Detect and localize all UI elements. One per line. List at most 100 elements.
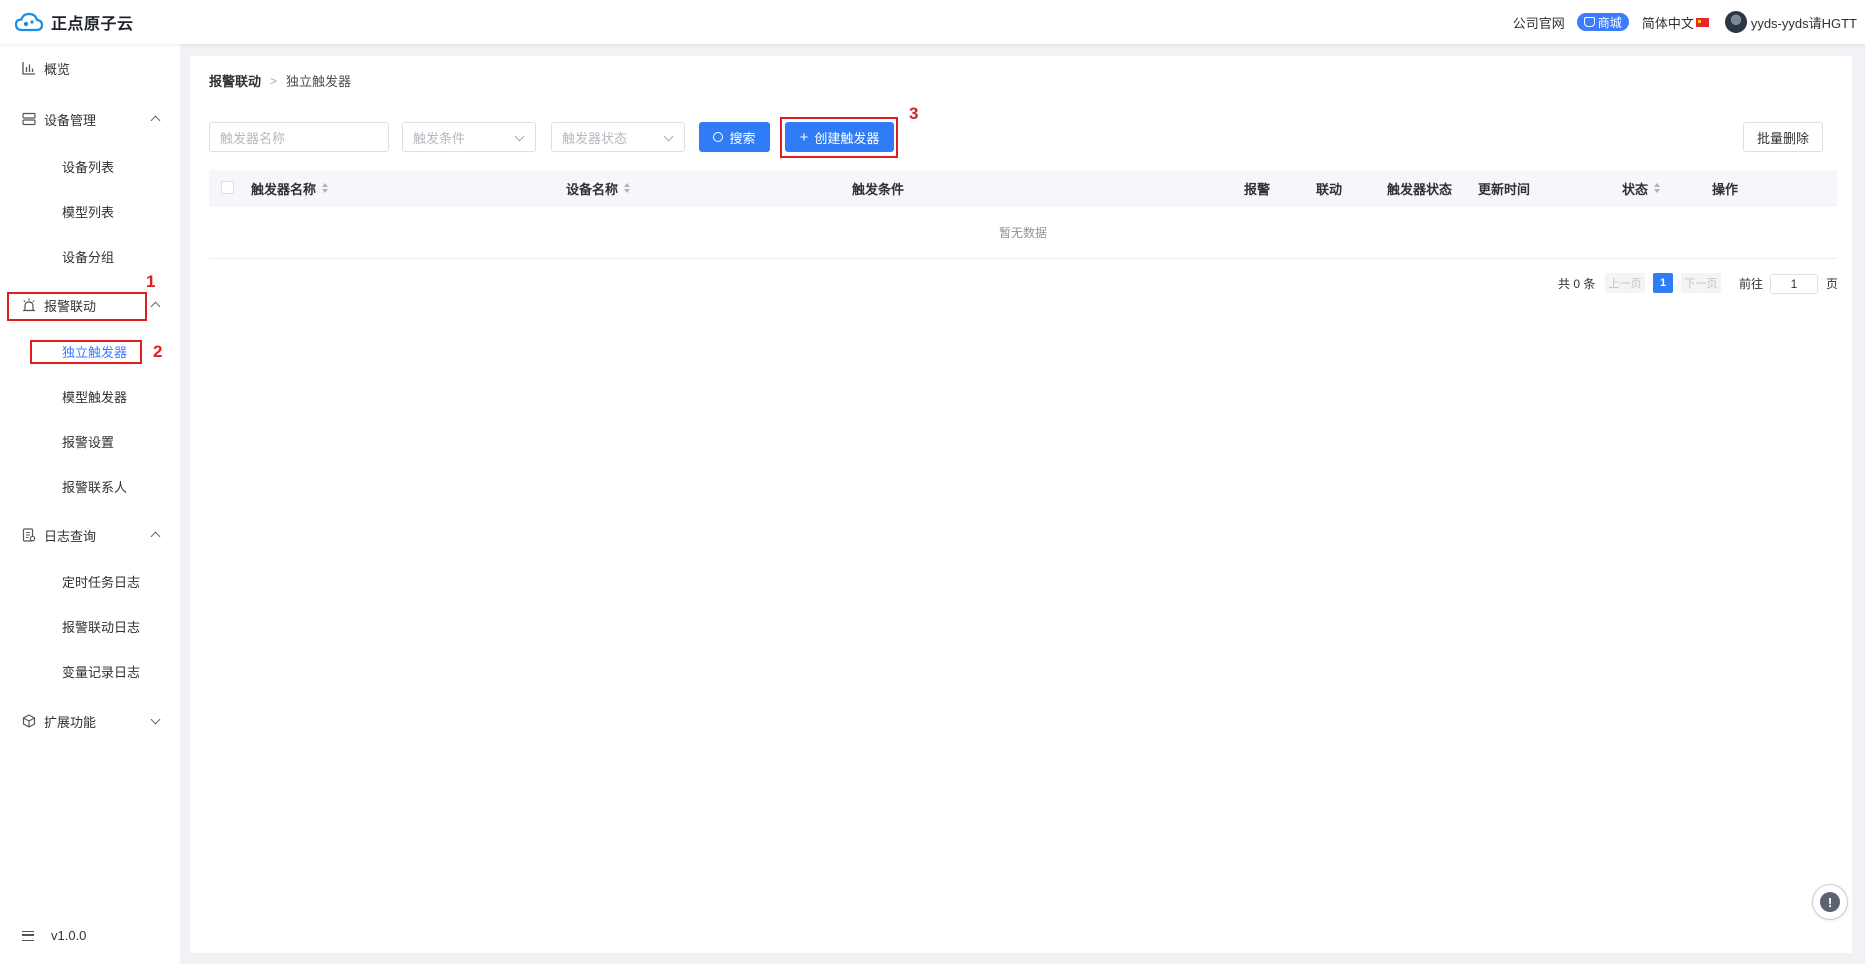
annotation-number-1: 1 [146,272,156,291]
bar-chart-icon [22,62,35,75]
select-placeholder: 触发器状态 [562,130,628,146]
sidebar-item-label: 设备列表 [62,159,115,175]
sidebar-item-scheduled-task-log[interactable]: 定时任务日志 [0,565,180,597]
log-icon [22,528,36,542]
breadcrumb-current: 独立触发器 [286,74,352,89]
search-icon [713,132,724,142]
sidebar-group-device-mgmt[interactable]: 设备管理 [0,101,180,137]
language-label: 简体中文 [1641,15,1694,31]
trigger-condition-select[interactable]: 触发条件 [402,122,536,152]
column-header-linkage: 联动 [1316,170,1342,206]
company-website-link[interactable]: 公司官网 [1513,13,1565,32]
page-suffix: 页 [1826,273,1838,293]
sidebar-item-label: 定时任务日志 [62,574,141,590]
sidebar-group-log-query[interactable]: 日志查询 [0,517,180,553]
search-button[interactable]: 搜索 [699,122,770,152]
trigger-name-input[interactable]: 触发器名称 [209,122,389,152]
chevron-up-icon [150,301,161,312]
language-switcher[interactable]: 简体中文 [1642,13,1709,32]
column-header-trigger-status: 触发器状态 [1387,170,1452,206]
column-header-actions: 操作 [1712,170,1738,206]
annotation-number-3: 3 [909,104,919,123]
search-button-label: 搜索 [729,130,756,146]
select-all-checkbox[interactable] [221,181,234,194]
annotation-box-2 [30,340,142,364]
sort-icon[interactable] [624,183,631,193]
sidebar-group-label: 设备管理 [44,112,97,128]
sidebar-item-variable-record-log[interactable]: 变量记录日志 [0,655,180,687]
prev-page-button[interactable]: 上一页 [1605,273,1645,293]
pagination-total: 共 0 条 [1558,273,1595,293]
column-label: 更新时间 [1478,181,1531,197]
avatar [1724,11,1747,33]
sidebar-item-model-trigger[interactable]: 模型触发器 [0,380,180,412]
sidebar-item-alarm-contacts[interactable]: 报警联系人 [0,470,180,502]
cloud-logo-icon [14,12,44,32]
sidebar-item-label: 报警设置 [62,434,115,450]
annotation-box-1 [7,292,147,321]
sidebar-item-label: 报警联系人 [62,479,128,495]
sort-icon[interactable] [1654,183,1661,193]
sidebar-item-label: 概览 [44,61,71,77]
table-empty-state: 暂无数据 [209,207,1837,259]
sidebar-item-device-list[interactable]: 设备列表 [0,150,180,182]
chevron-down-icon [663,131,674,142]
collapse-menu-icon[interactable] [22,930,34,941]
breadcrumb: 报警联动 > 独立触发器 [209,71,351,90]
table-header: 触发器名称 设备名称 触发条件 报警 联动 触发器状态 更新时间 状态 操作 [209,170,1837,206]
prev-page-label: 上一页 [1608,278,1642,290]
logo-text: 正点原子云 [51,16,134,33]
sidebar-group-label: 扩展功能 [44,714,97,730]
help-button[interactable]: ! [1812,884,1848,920]
chevron-up-icon [150,531,161,542]
page-number-current[interactable]: 1 [1653,273,1673,293]
select-placeholder: 触发条件 [413,130,466,146]
version-label: v1.0.0 [51,928,87,943]
china-flag-icon [1695,17,1709,27]
column-header-device-name[interactable]: 设备名称 [566,170,631,206]
mall-button[interactable]: 商城 [1576,13,1629,31]
chevron-down-icon [514,131,525,142]
column-header-trigger-name[interactable]: 触发器名称 [251,170,329,206]
column-header-updated-time: 更新时间 [1478,170,1530,206]
sidebar: 概览 设备管理 设备列表 模型列表 设备分组 报警联动 独立触发器 模型触发器 … [0,44,180,964]
cube-icon [22,714,36,728]
sidebar-item-overview[interactable]: 概览 [0,50,180,86]
total-count: 共 0 条 [1558,276,1596,291]
sidebar-item-label: 变量记录日志 [62,664,141,680]
sidebar-item-model-list[interactable]: 模型列表 [0,195,180,227]
breadcrumb-parent[interactable]: 报警联动 [209,71,261,90]
annotation-box-3 [780,117,898,158]
page-number-label: 1 [1659,277,1667,289]
chevron-up-icon [150,115,161,126]
help-icon: ! [1820,892,1840,912]
goto-page-input[interactable]: 1 [1770,274,1818,294]
sidebar-item-device-group[interactable]: 设备分组 [0,240,180,272]
sidebar-item-label: 模型触发器 [62,389,128,405]
chevron-down-icon [150,714,161,725]
goto-text: 前往 [1739,276,1764,291]
column-label: 联动 [1316,181,1343,197]
breadcrumb-separator-icon: > [270,73,278,88]
user-menu[interactable]: yyds-yyds请HGTT [1724,11,1857,33]
sidebar-item-label: 模型列表 [62,204,115,220]
next-page-label: 下一页 [1684,278,1718,290]
username: yyds-yyds请HGTT [1750,15,1857,31]
sort-icon[interactable] [322,183,329,193]
column-header-alarm: 报警 [1244,170,1270,206]
column-label: 触发条件 [852,181,905,197]
column-header-status[interactable]: 状态 [1622,170,1661,206]
sidebar-item-alarm-linkage-log[interactable]: 报警联动日志 [0,610,180,642]
column-label: 报警 [1244,181,1271,197]
sidebar-group-extensions[interactable]: 扩展功能 [0,703,180,739]
column-label: 触发器名称 [251,181,317,197]
next-page-button[interactable]: 下一页 [1681,273,1721,293]
mall-label: 商城 [1597,15,1622,30]
logo[interactable]: 正点原子云 [14,10,134,34]
sidebar-item-alarm-settings[interactable]: 报警设置 [0,425,180,457]
goto-label: 前往 [1739,273,1763,293]
batch-delete-button[interactable]: 批量删除 [1743,122,1823,152]
trigger-status-select[interactable]: 触发器状态 [551,122,685,152]
version-info: v1.0.0 [22,928,86,943]
sidebar-item-label: 报警联动日志 [62,619,141,635]
